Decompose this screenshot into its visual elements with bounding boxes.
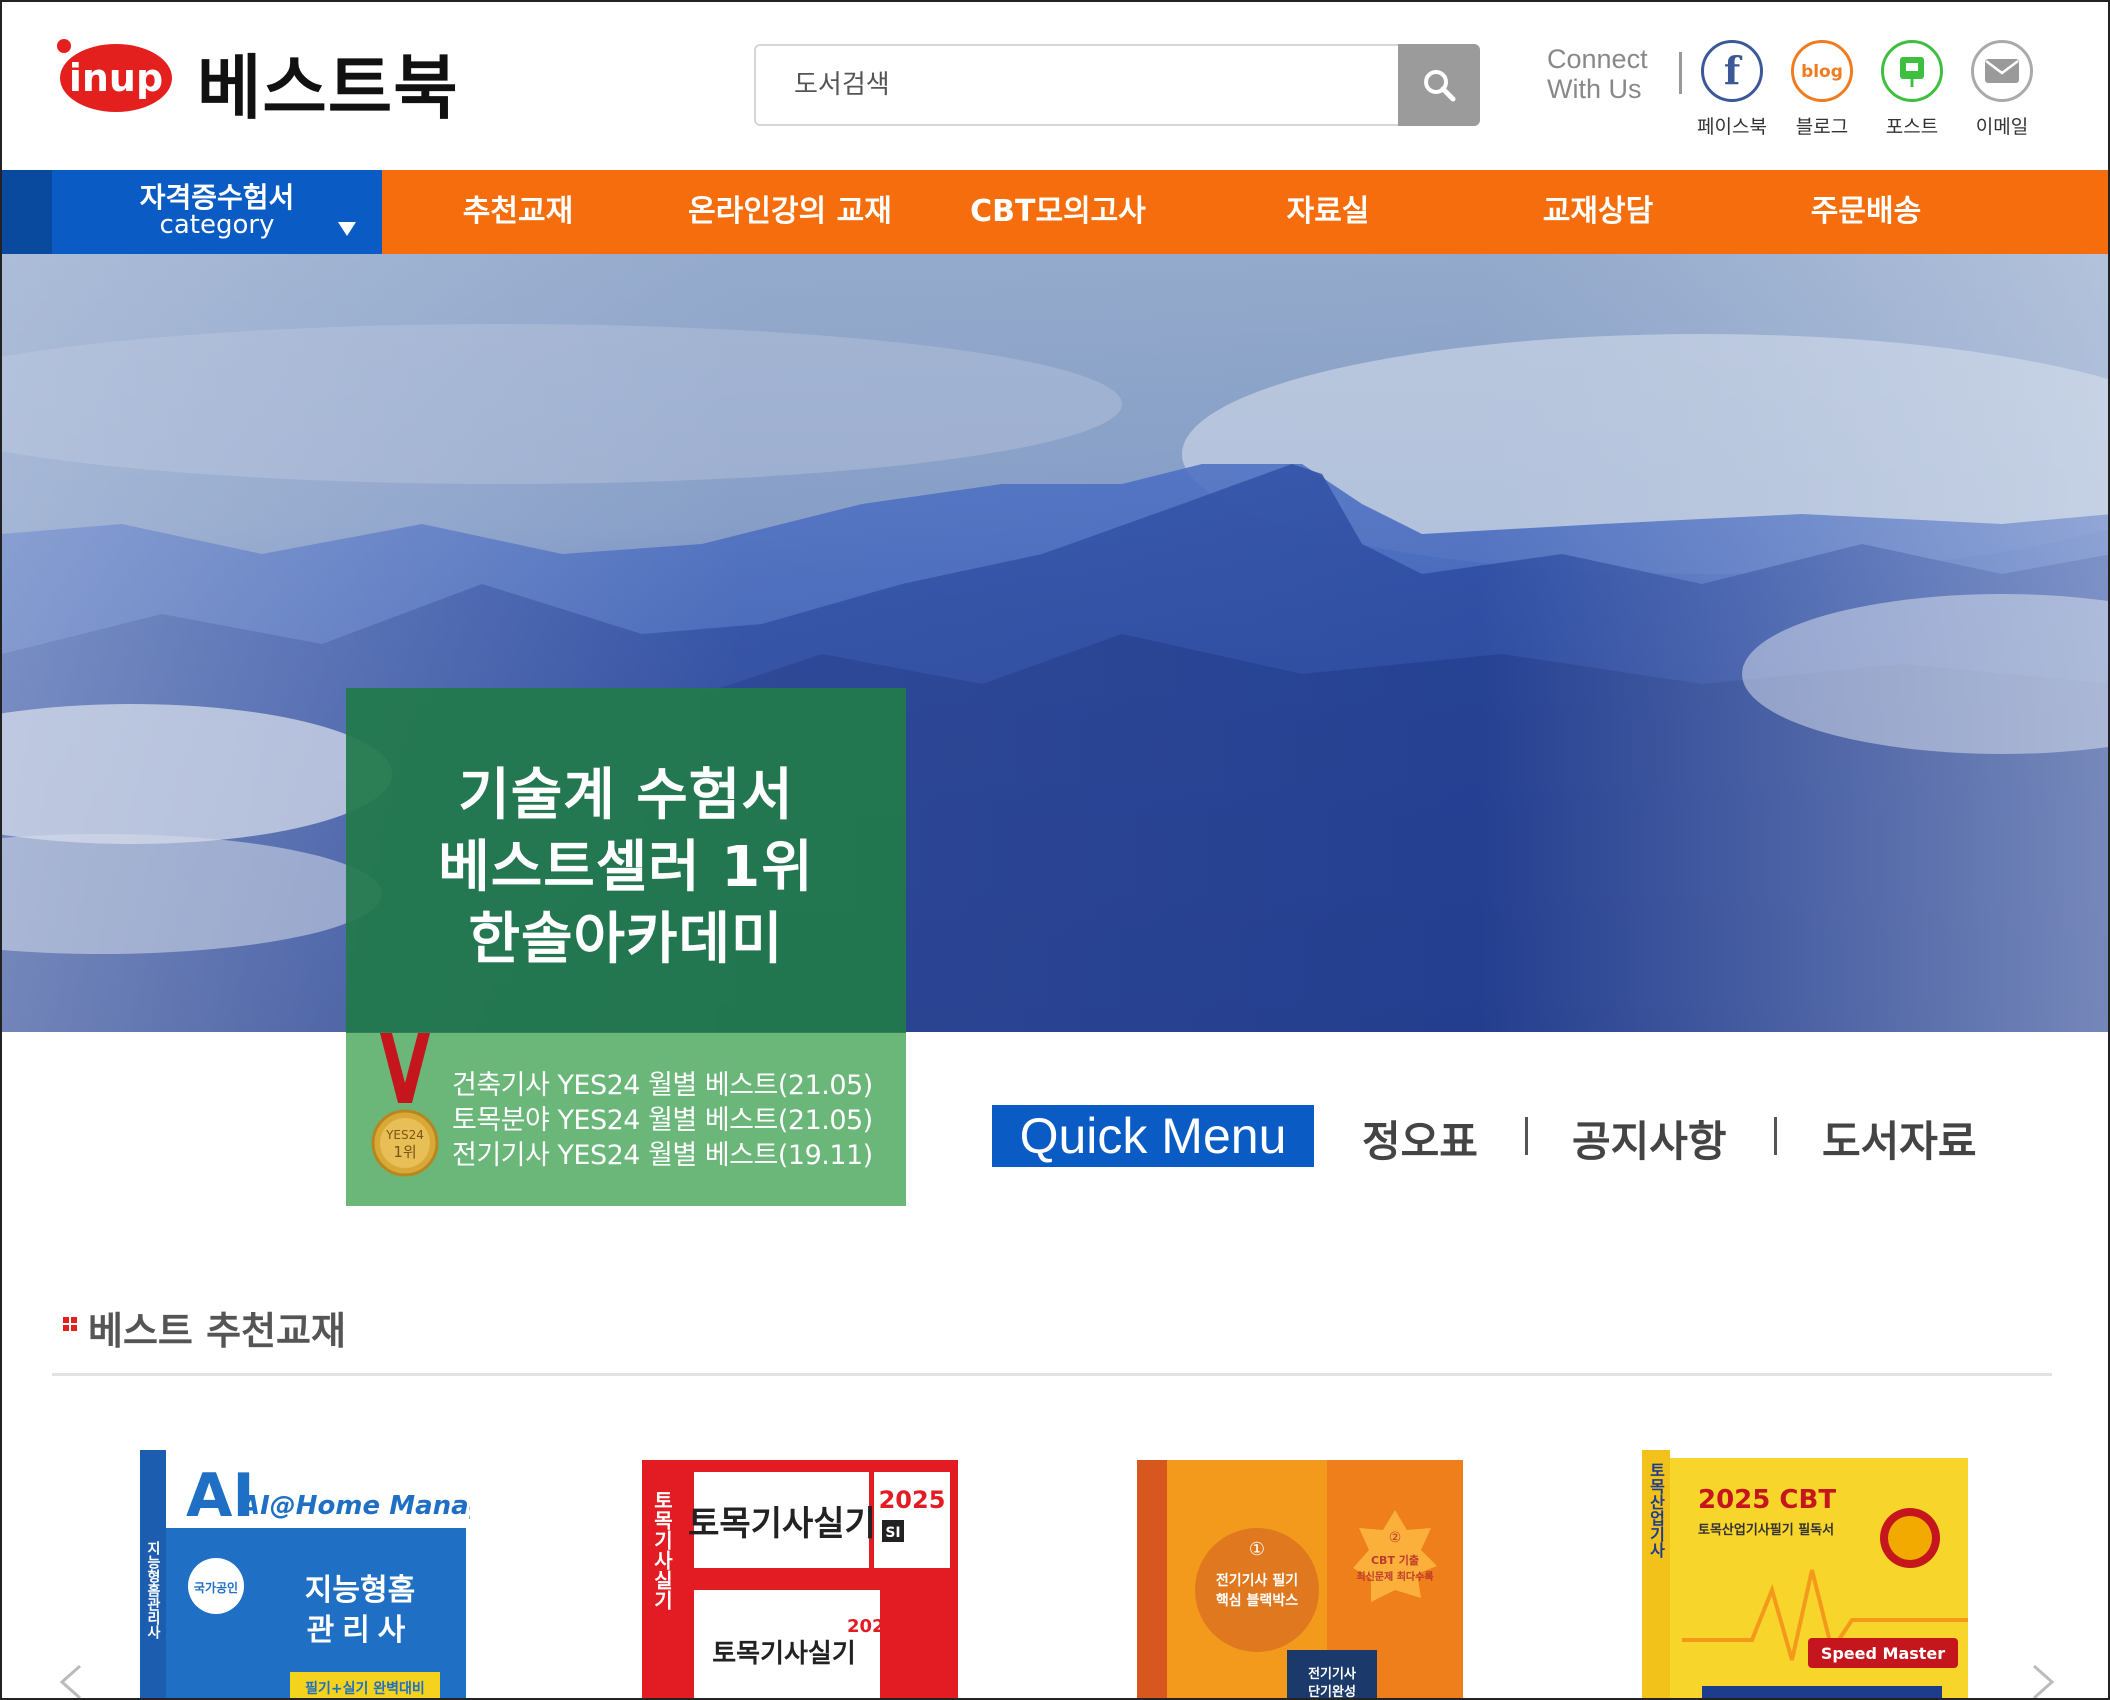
- site-logo-text[interactable]: 베스트북: [197, 32, 459, 133]
- book-2-year: 2025: [879, 1486, 946, 1514]
- book-4-year: 2025 CBT: [1698, 1485, 1836, 1515]
- nav-item-order[interactable]: 주문배송: [1750, 170, 1982, 254]
- search-bar: [754, 44, 1480, 126]
- promo-line-3: 한솔아카데미: [468, 907, 784, 972]
- carousel-next-icon[interactable]: [2022, 1662, 2062, 1698]
- dropdown-arrow-icon: [338, 222, 356, 236]
- award-line-2: 토목분야 YES24 월별 베스트(21.05): [452, 1105, 873, 1136]
- connect-divider: [1679, 52, 1682, 94]
- page-frame: inup 베스트북 Connect With Us f 페이스북: [0, 0, 2110, 1700]
- search-input[interactable]: [756, 46, 1396, 124]
- book-4-badge: Speed Master: [1821, 1644, 1945, 1663]
- nav-item-recommended[interactable]: 추천교재: [402, 170, 634, 254]
- svg-text:토목산업기사필기 필독서: 토목산업기사필기 필독서: [1698, 1522, 1834, 1538]
- search-button[interactable]: [1398, 44, 1480, 126]
- connect-line-2: With Us: [1547, 74, 1642, 104]
- social-post[interactable]: 포스트: [1876, 40, 1948, 139]
- quick-menu-separator: [1525, 1117, 1528, 1155]
- main-nav: 자격증수험서 category 추천교재 온라인강의 교재 CBT모의고사 자료…: [2, 170, 2108, 254]
- svg-text:관리사: 관리사: [307, 1613, 414, 1648]
- site-header: inup 베스트북 Connect With Us f 페이스북: [2, 2, 2108, 170]
- svg-text:최신문제 최다수록: 최신문제 최다수록: [1356, 1570, 1433, 1583]
- svg-text:전기기사: 전기기사: [1308, 1666, 1356, 1682]
- nav-item-archive[interactable]: 자료실: [1212, 170, 1444, 254]
- hero-banner[interactable]: [2, 254, 2108, 1032]
- social-label: 포스트: [1885, 116, 1939, 138]
- social-label: 이메일: [1975, 116, 2029, 138]
- connect-with-us: Connect With Us: [1547, 44, 1648, 104]
- social-label: 페이스북: [1697, 116, 1767, 138]
- svg-text:blog: blog: [1801, 62, 1843, 82]
- nav-left-edge: [2, 170, 52, 254]
- svg-text:지능형홈: 지능형홈: [305, 1573, 415, 1608]
- category-dropdown[interactable]: 자격증수험서 category: [52, 170, 382, 254]
- promo-line-2: 베스트셀러 1위: [438, 835, 814, 900]
- book-card-1[interactable]: AI AI@Home Manager 국가공인 지능형홈 관리사 필기+실기 완…: [140, 1450, 470, 1698]
- book-2-subyear: 2025: [847, 1616, 897, 1637]
- section-title: 베스트 추천교재: [88, 1309, 346, 1353]
- medal-text-bottom: 1위: [393, 1143, 416, 1161]
- svg-text:핵심 블랙박스: 핵심 블랙박스: [1216, 1592, 1298, 1609]
- book-2-title: 토목기사실기: [688, 1504, 876, 1544]
- category-subtitle: category: [159, 210, 275, 240]
- book-card-3[interactable]: ① 전기기사 필기 핵심 블랙박스 ② CBT 기출 최신문제 최다수록 전기기…: [1137, 1450, 1467, 1700]
- nav-item-cbt[interactable]: CBT모의고사: [942, 170, 1174, 254]
- book-2-spine: 토목기사실기: [650, 1490, 674, 1610]
- quick-link-errata[interactable]: 정오표: [1362, 1108, 1478, 1169]
- nav-item-consult[interactable]: 교재상담: [1482, 170, 1714, 254]
- svg-text:CBT 기출: CBT 기출: [1371, 1553, 1419, 1567]
- book-2-badge: SI: [885, 1525, 900, 1541]
- logo-badge-text: inup: [69, 56, 163, 100]
- book-1-note: 필기+실기 완벽대비: [305, 1680, 425, 1697]
- svg-text:지능형홈관리사: 지능형홈관리사: [145, 1541, 161, 1640]
- mountain-landscape-image: [2, 254, 2108, 1032]
- email-icon: [1971, 40, 2033, 102]
- section-bullet-icon: [62, 1316, 78, 1332]
- promo-headline-panel: 기술계 수험서 베스트셀러 1위 한솔아카데미: [346, 688, 906, 1033]
- post-icon: [1881, 40, 1943, 102]
- inup-logo[interactable]: inup: [52, 34, 174, 114]
- carousel-prev-icon[interactable]: [52, 1662, 92, 1698]
- book-2-subtitle: 토목기사실기: [712, 1639, 856, 1669]
- promo-box[interactable]: 기술계 수험서 베스트셀러 1위 한솔아카데미 YES24 1위 건축기사 YE…: [346, 688, 906, 1206]
- svg-text:전기기사 필기: 전기기사 필기: [1216, 1572, 1298, 1589]
- social-label: 블로그: [1795, 116, 1849, 138]
- social-email[interactable]: 이메일: [1966, 40, 2038, 139]
- book-1-brand: AI@Home Manager: [238, 1491, 470, 1521]
- nav-item-online-lecture[interactable]: 온라인강의 교재: [674, 170, 906, 254]
- promo-line-1: 기술계 수험서: [458, 763, 794, 828]
- book-1-tag: 국가공인: [194, 1580, 238, 1595]
- book-card-2[interactable]: 토목기사실기 2025 SI 토목기사실기 2025 1 토목기사실기: [642, 1450, 962, 1698]
- social-blog[interactable]: blog 블로그: [1786, 40, 1858, 139]
- section-divider: [52, 1373, 2052, 1376]
- medal-icon: YES24 1위: [370, 1033, 440, 1183]
- social-facebook[interactable]: f 페이스북: [1696, 40, 1768, 139]
- book-2-volume: 1: [918, 1624, 946, 1670]
- book-3-bubble-2: ②: [1389, 1530, 1402, 1546]
- book-card-4[interactable]: 2025 CBT 토목산업기사필기 필독서 Speed Master 토목산업기…: [1642, 1450, 1972, 1698]
- medal-text-top: YES24: [385, 1128, 424, 1142]
- connect-line-1: Connect: [1547, 44, 1648, 74]
- quick-link-notice[interactable]: 공지사항: [1572, 1108, 1727, 1169]
- search-icon: [1424, 70, 1456, 102]
- blog-icon: blog: [1791, 40, 1853, 102]
- quick-link-book-materials[interactable]: 도서자료: [1822, 1108, 1977, 1169]
- book-3-bubble-1: ①: [1249, 1539, 1265, 1560]
- award-line-3: 전기기사 YES24 월별 베스트(19.11): [452, 1140, 873, 1171]
- book-4-spine: 토목산업기사: [1647, 1462, 1666, 1559]
- promo-awards-panel: YES24 1위 건축기사 YES24 월별 베스트(21.05) 토목분야 Y…: [346, 1033, 906, 1206]
- svg-text:f: f: [1724, 51, 1743, 91]
- svg-text:단기완성: 단기완성: [1308, 1684, 1356, 1700]
- facebook-icon: f: [1701, 40, 1763, 102]
- quick-menu-separator: [1774, 1117, 1777, 1155]
- quick-menu-label: Quick Menu: [992, 1105, 1314, 1167]
- award-line-1: 건축기사 YES24 월별 베스트(21.05): [452, 1070, 873, 1101]
